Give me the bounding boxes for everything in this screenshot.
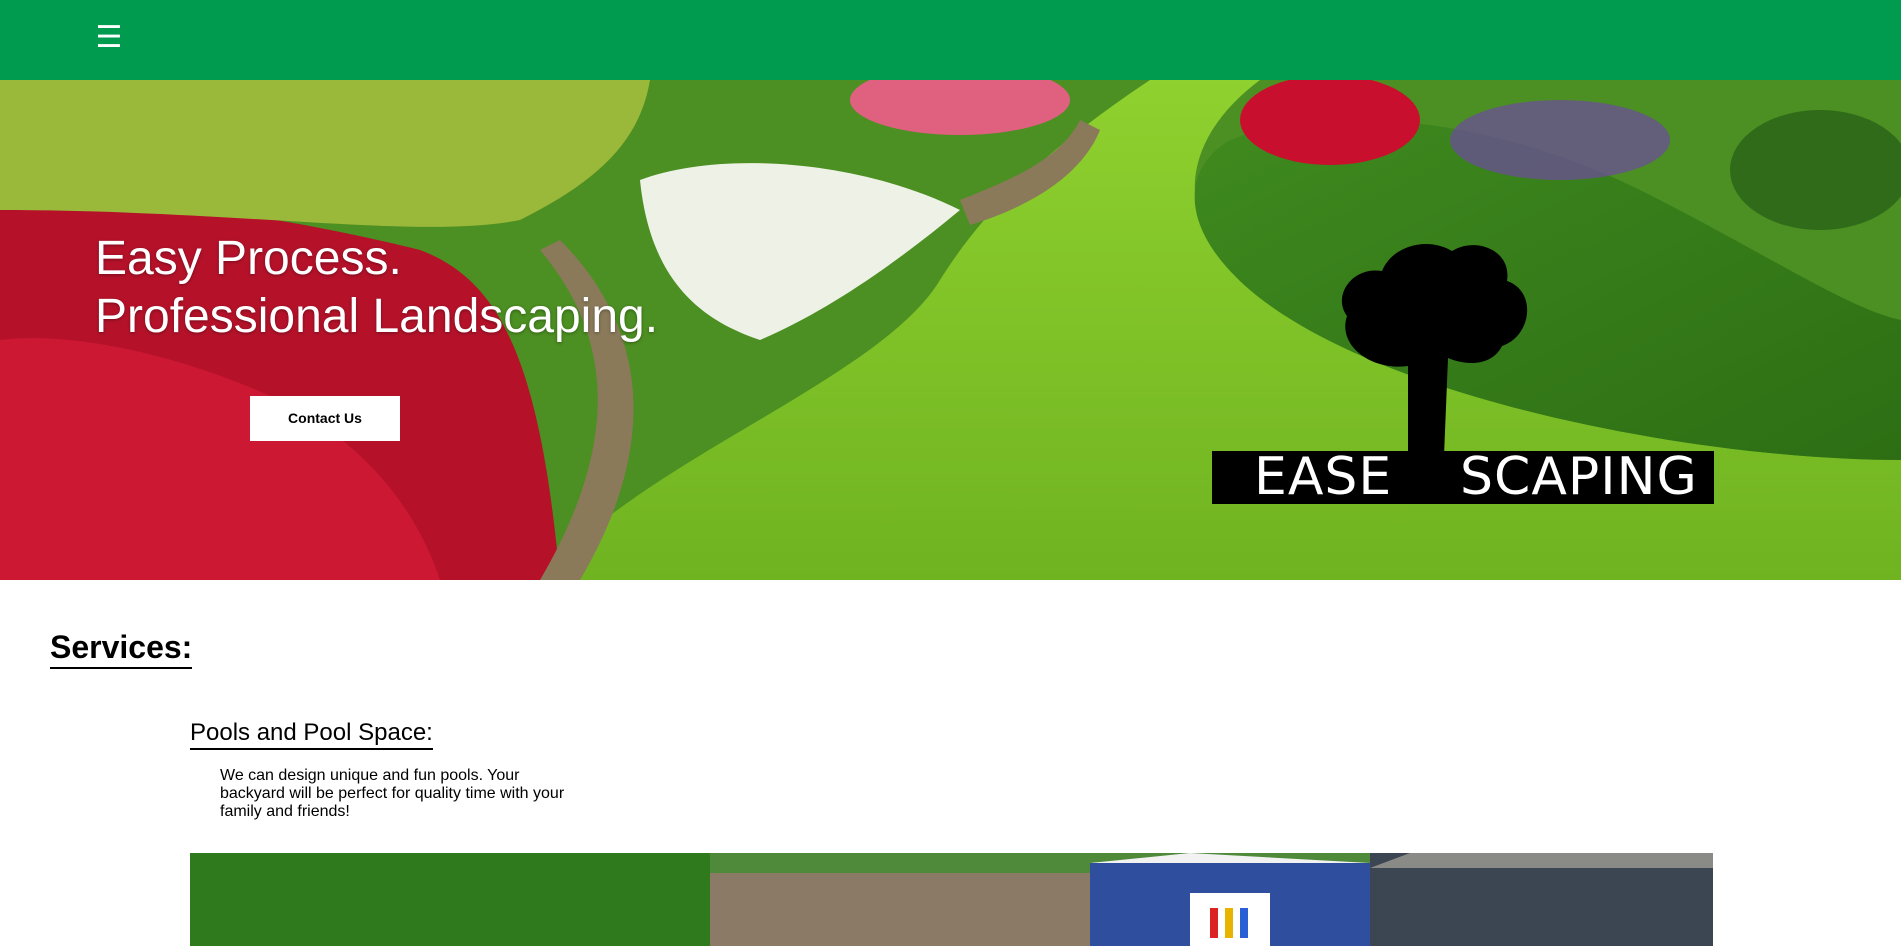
logo-word-scaping: SCAPING bbox=[1460, 447, 1698, 507]
top-navbar: ☰ bbox=[0, 0, 1901, 80]
hamburger-menu-icon[interactable]: ☰ bbox=[95, 22, 123, 54]
pool-space-photo bbox=[190, 853, 1713, 946]
logo-wordmark-bar: EASE SCAPING bbox=[1212, 447, 1714, 507]
hero-banner: Easy Process. Professional Landscaping. … bbox=[0, 80, 1901, 580]
hero-headline-line1: Easy Process. bbox=[95, 232, 402, 285]
logo-word-ease: EASE bbox=[1254, 447, 1393, 507]
service-title-pools: Pools and Pool Space: bbox=[190, 718, 433, 750]
services-heading: Services: bbox=[50, 627, 193, 669]
hero-headline: Easy Process. Professional Landscaping. bbox=[95, 230, 658, 346]
service-description-pools: We can design unique and fun pools. Your… bbox=[220, 767, 565, 820]
backyard-image bbox=[190, 853, 1713, 946]
ease-scaping-logo: EASE SCAPING bbox=[1212, 226, 1714, 507]
contact-us-button[interactable]: Contact Us bbox=[250, 396, 400, 441]
hero-headline-line2: Professional Landscaping. bbox=[95, 290, 659, 343]
